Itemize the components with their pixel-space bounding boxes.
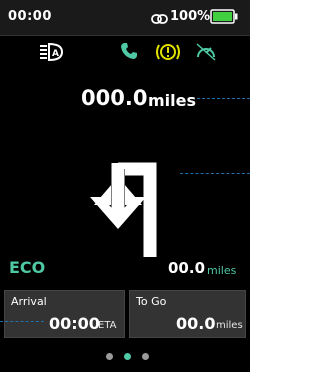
riding-mode-label: ECO	[9, 258, 46, 277]
to-go-panel: To Go 00.0 miles	[129, 290, 246, 338]
to-go-distance-value: 00.0	[176, 314, 216, 333]
indicator-row: A	[0, 42, 250, 70]
to-go-distance-unit: miles	[216, 320, 243, 331]
trip-distance-value: 000.0	[81, 86, 148, 110]
next-turn-distance-unit: miles	[207, 264, 237, 277]
trip-distance-unit: miles	[148, 91, 197, 110]
status-bar: 00:00 100%	[0, 0, 250, 36]
to-go-label: To Go	[136, 295, 167, 308]
phone-icon	[120, 42, 138, 64]
arrival-time-value: 00:00	[49, 314, 100, 333]
callout-line	[0, 321, 44, 322]
dashboard-screen: 00:00 100% A 000.0 miles ECO 00.0 miles …	[0, 0, 250, 372]
arrival-unit: ETA	[98, 320, 117, 331]
battery-percentage: 100%	[170, 9, 211, 24]
warning-icon	[155, 42, 181, 66]
page-dot[interactable]	[142, 353, 149, 360]
arrival-label: Arrival	[11, 295, 47, 308]
turn-left-arrow-icon	[88, 117, 178, 257]
page-dot-active[interactable]	[124, 353, 131, 360]
page-dot[interactable]	[106, 353, 113, 360]
battery-icon	[210, 9, 238, 24]
callout-line	[180, 173, 250, 174]
headlight-icon: A	[38, 42, 64, 66]
arrival-panel: Arrival 00:00 ETA	[4, 290, 125, 338]
page-indicator[interactable]	[0, 350, 250, 364]
svg-text:A: A	[52, 49, 59, 59]
clock: 00:00	[8, 9, 52, 24]
speedometer-icon	[195, 42, 217, 66]
next-turn-distance-value: 00.0	[168, 259, 206, 277]
callout-line	[197, 98, 250, 99]
connection-link-icon	[151, 10, 168, 29]
